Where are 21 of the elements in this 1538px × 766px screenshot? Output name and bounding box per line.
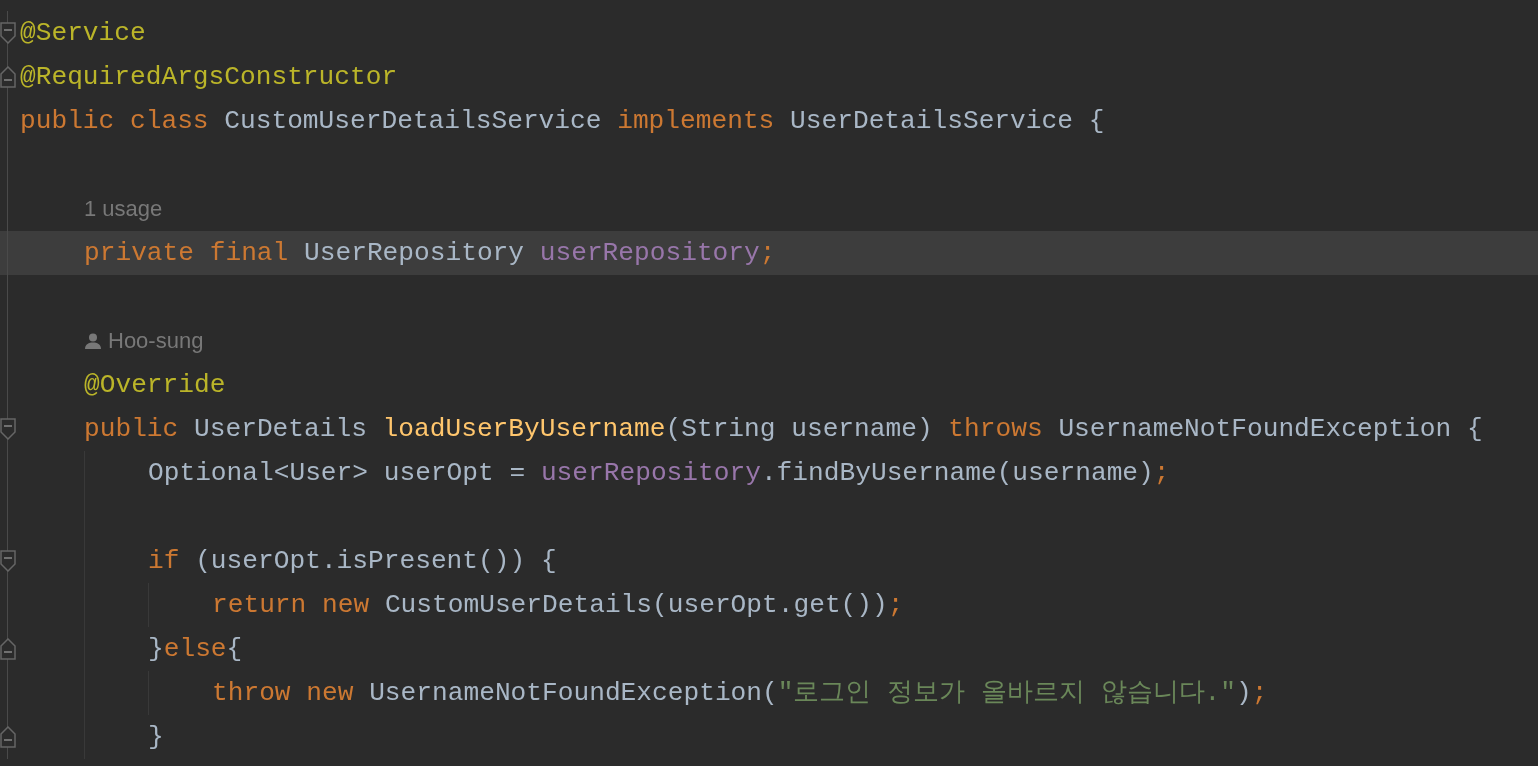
fold-marker-icon[interactable] <box>0 418 16 440</box>
fold-marker-icon[interactable] <box>0 638 16 660</box>
code-line: Optional<User> userOpt = userRepository.findByUsername(username); <box>148 457 1170 490</box>
code-line: if (userOpt.isPresent()) { <box>148 545 557 578</box>
fold-marker-icon[interactable] <box>0 22 16 44</box>
code-line: return new CustomUserDetails(userOpt.get()); <box>212 589 904 622</box>
fold-marker-icon[interactable] <box>0 550 16 572</box>
usage-hint[interactable]: 1 usage <box>84 196 163 222</box>
code-line: @Override <box>84 369 226 402</box>
code-line: private final UserRepository userRepository; <box>84 237 776 270</box>
person-icon <box>84 332 102 350</box>
code-line: public UserDetails loadUserByUsername(String username) throws UsernameNotFoundException { <box>84 413 1483 446</box>
code-line: public class CustomUserDetailsService implements UserDetailsService { <box>20 105 1105 138</box>
author-hint[interactable]: Hoo-sung <box>108 328 204 354</box>
fold-marker-icon[interactable] <box>0 66 16 88</box>
code-line: throw new UsernameNotFoundException("로그인 정보가 올바르지 않습니다."); <box>212 677 1268 710</box>
code-line: } <box>148 721 164 754</box>
fold-marker-icon[interactable] <box>0 726 16 748</box>
code-line: @RequiredArgsConstructor <box>20 61 398 94</box>
code-line: @Service <box>20 17 146 50</box>
code-line: }else{ <box>148 633 243 666</box>
